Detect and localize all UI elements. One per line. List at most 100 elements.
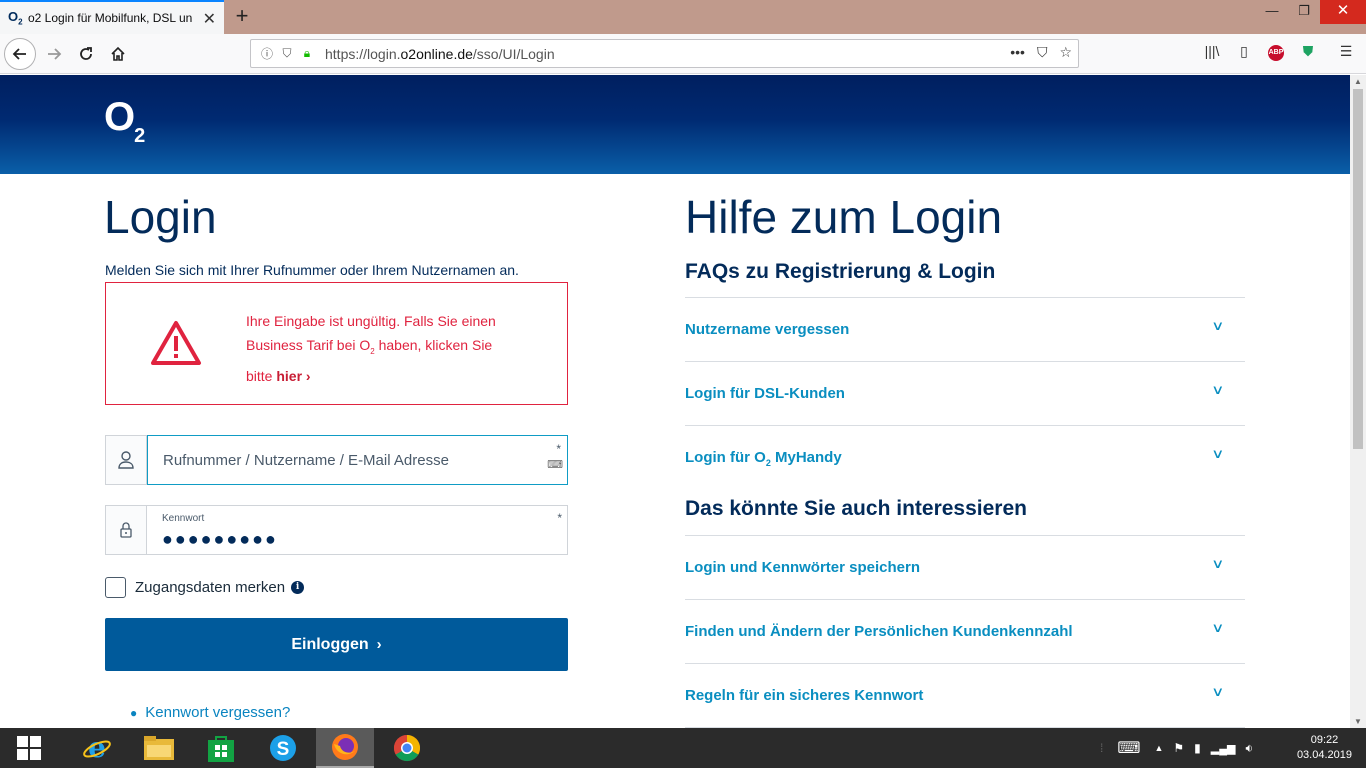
security-extension-icon[interactable]: ⛊ xyxy=(1298,43,1318,60)
password-input[interactable]: Kennwort ●●●●●●●●● * xyxy=(147,505,568,555)
login-button-label: Einloggen xyxy=(291,635,369,653)
bookmark-star-icon[interactable]: ☆ xyxy=(1059,44,1072,61)
touch-keyboard-icon[interactable]: ⌨ xyxy=(1117,738,1140,758)
warning-triangle-icon xyxy=(151,321,201,365)
lock-icon[interactable]: 🔒︎ xyxy=(297,46,317,61)
volume-icon[interactable]: 🔉︎ xyxy=(1245,741,1253,756)
o2-favicon-icon: O2 xyxy=(8,9,23,27)
restore-window-button[interactable]: ❐ xyxy=(1288,0,1320,24)
scrollbar-thumb[interactable] xyxy=(1353,89,1363,449)
page-scrollbar[interactable]: ▲ ▼ xyxy=(1350,75,1366,728)
back-button[interactable] xyxy=(4,38,36,70)
library-icon[interactable]: |||\ xyxy=(1202,43,1222,59)
firefox-icon xyxy=(332,734,358,760)
faq-item-forgot-username[interactable]: Nutzername vergessen ∨ xyxy=(685,297,1245,361)
list-bullet: ● xyxy=(130,706,138,720)
reload-icon xyxy=(80,47,92,60)
password-field: Kennwort ●●●●●●●●● * xyxy=(105,505,568,555)
interest-item-save-passwords[interactable]: Login und Kennwörter speichern ∨ xyxy=(685,535,1245,599)
folder-icon xyxy=(144,736,174,760)
faq-label: Login für DSL-Kunden xyxy=(685,385,845,402)
close-tab-icon[interactable]: ✕ xyxy=(203,9,216,29)
hamburger-menu-icon[interactable]: ☰ xyxy=(1336,43,1356,60)
close-window-button[interactable]: ✕ xyxy=(1320,0,1366,24)
info-icon[interactable]: i xyxy=(291,581,305,594)
browser-tab-active[interactable]: O2 o2 Login für Mobilfunk, DSL un ✕ xyxy=(0,0,224,34)
interest-item-secure-password[interactable]: Regeln für ein sicheres Kennwort ∨ xyxy=(685,663,1245,727)
chevron-down-icon: ∨ xyxy=(1211,382,1225,397)
system-clock[interactable]: 09:22 03.04.2019 xyxy=(1297,733,1352,763)
chevron-down-icon: ∨ xyxy=(1211,446,1225,461)
url-text[interactable]: https://login.o2online.de/sso/UI/Login xyxy=(325,46,555,62)
interest-heading: Das könnte Sie auch interessieren xyxy=(685,497,1027,520)
clock-time: 09:22 xyxy=(1310,734,1339,746)
required-marker: * xyxy=(556,442,561,456)
skype-icon: S xyxy=(270,735,296,761)
tray-separator: ⁞ xyxy=(1100,741,1104,755)
tracking-shield-icon[interactable]: ⛉ xyxy=(277,46,297,61)
windows-taskbar: e S ⁞ ⌨ ▲ ⚑ ▮ ▂▄▆ 🔉︎ 09:22 03.04.2019 xyxy=(0,728,1366,768)
forgot-password-link[interactable]: Kennwort vergessen? xyxy=(145,704,290,721)
password-label: Kennwort xyxy=(162,513,205,524)
taskbar-firefox[interactable] xyxy=(316,728,374,768)
address-bar[interactable]: ⓘ ⛉ 🔒︎ https://login.o2online.de/sso/UI/… xyxy=(250,39,1079,68)
new-tab-button[interactable]: + xyxy=(230,3,254,29)
faq-label: Nutzername vergessen xyxy=(685,321,850,338)
faq-item-dsl-login[interactable]: Login für DSL-Kunden ∨ xyxy=(685,361,1245,425)
store-bag-icon xyxy=(208,736,234,762)
keyboard-icon[interactable]: ⌨ xyxy=(547,458,563,471)
forward-button[interactable] xyxy=(38,38,70,70)
user-icon-box xyxy=(106,436,147,484)
password-value: ●●●●●●●●● xyxy=(162,529,278,549)
taskbar-internet-explorer[interactable]: e xyxy=(68,728,126,768)
system-tray: ⁞ ⌨ ▲ ⚑ ▮ ▂▄▆ 🔉︎ xyxy=(1100,728,1263,768)
taskbar-file-explorer[interactable] xyxy=(130,728,188,768)
chevron-right-icon: › xyxy=(376,636,382,653)
taskbar-chrome[interactable] xyxy=(378,728,436,768)
adblock-plus-icon[interactable]: ABP xyxy=(1268,45,1284,61)
reload-button[interactable] xyxy=(70,38,102,70)
faq-label: Login für O2 MyHandy xyxy=(685,449,842,468)
arrow-right-icon xyxy=(48,48,62,60)
login-submit-button[interactable]: Einloggen › xyxy=(105,618,568,671)
remember-checkbox[interactable] xyxy=(105,577,126,598)
scroll-down-icon[interactable]: ▼ xyxy=(1350,717,1366,726)
interest-item-customer-number[interactable]: Finden und Ändern der Persönlichen Kunde… xyxy=(685,599,1245,663)
page-actions-menu-icon[interactable]: ••• xyxy=(1010,44,1025,61)
scroll-up-icon[interactable]: ▲ xyxy=(1350,77,1366,86)
remember-label[interactable]: Zugangsdaten merken xyxy=(135,579,285,596)
taskbar-skype[interactable]: S xyxy=(254,728,312,768)
internet-explorer-icon: e xyxy=(83,733,111,763)
required-marker: * xyxy=(557,511,562,525)
o2-logo[interactable]: O2 xyxy=(104,95,145,147)
faq-heading: FAQs zu Registrierung & Login xyxy=(685,260,996,283)
svg-text:S: S xyxy=(277,739,290,760)
help-title: Hilfe zum Login xyxy=(685,191,1003,243)
minimize-window-button[interactable]: — xyxy=(1256,0,1288,24)
info-icon[interactable]: ⓘ xyxy=(257,45,277,62)
show-hidden-icons-icon[interactable]: ▲ xyxy=(1154,743,1163,753)
login-title: Login xyxy=(104,191,217,243)
business-tariff-link[interactable]: hier › xyxy=(276,368,310,384)
action-flag-icon[interactable]: ⚑ xyxy=(1173,741,1184,755)
arrow-left-icon xyxy=(12,48,26,60)
username-field: Rufnummer / Nutzername / E-Mail Adresse … xyxy=(105,435,568,485)
page-content: O2 Login Melden Sie sich mit Ihrer Rufnu… xyxy=(0,75,1350,728)
user-icon xyxy=(118,451,134,469)
clock-date: 03.04.2019 xyxy=(1296,749,1352,761)
sidebar-icon[interactable]: ▯ xyxy=(1234,43,1254,60)
remember-credentials: Zugangsdaten merken i xyxy=(105,577,305,598)
faq-item-myhandy[interactable]: Login für O2 MyHandy ∨ xyxy=(685,425,1245,489)
username-input[interactable]: Rufnummer / Nutzername / E-Mail Adresse … xyxy=(147,435,568,485)
chrome-icon xyxy=(393,734,421,762)
chevron-down-icon: ∨ xyxy=(1211,620,1225,635)
start-button[interactable] xyxy=(0,728,58,768)
username-placeholder: Rufnummer / Nutzername / E-Mail Adresse xyxy=(163,452,449,469)
pocket-icon[interactable]: ⛉ xyxy=(1037,44,1048,61)
chevron-down-icon: ∨ xyxy=(1211,318,1225,333)
signal-icon[interactable]: ▂▄▆ xyxy=(1211,742,1236,755)
battery-icon[interactable]: ▮ xyxy=(1194,741,1201,755)
tab-strip: O2 o2 Login für Mobilfunk, DSL un ✕ + — … xyxy=(0,0,1366,34)
home-button[interactable] xyxy=(102,38,134,70)
taskbar-store[interactable] xyxy=(192,728,250,768)
